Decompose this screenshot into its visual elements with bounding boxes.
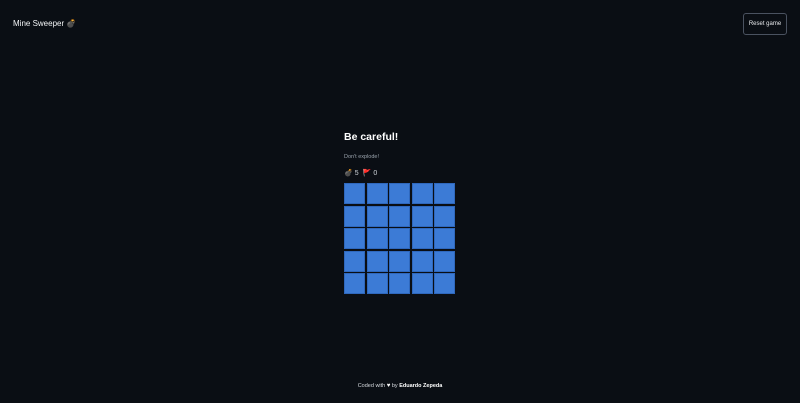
board-cell[interactable] bbox=[366, 273, 388, 294]
game-title: Be careful! bbox=[344, 131, 399, 143]
bomb-icon: 💣 bbox=[344, 170, 353, 177]
board-cell[interactable] bbox=[389, 228, 410, 249]
game-board bbox=[344, 183, 456, 294]
board-cell[interactable] bbox=[434, 250, 455, 272]
flags-count: 0 bbox=[373, 170, 378, 177]
footer-by: by bbox=[391, 383, 398, 389]
heart-icon: ♥ bbox=[386, 383, 391, 389]
board-cell[interactable] bbox=[389, 250, 410, 272]
game-stats: 💣 5 🚩 0 bbox=[344, 169, 457, 178]
board-cell[interactable] bbox=[434, 273, 455, 294]
board-cell[interactable] bbox=[411, 273, 433, 294]
board-cell[interactable] bbox=[344, 273, 365, 294]
reset-game-button[interactable]: Reset game bbox=[743, 13, 787, 35]
board-cell[interactable] bbox=[344, 228, 365, 249]
app: Mine Sweeper 💣 Reset game Be careful! Do… bbox=[0, 0, 800, 403]
mines-count: 5 bbox=[354, 170, 359, 177]
board-cell[interactable] bbox=[366, 228, 388, 249]
board-cell[interactable] bbox=[389, 273, 410, 294]
flags-stat: 🚩 0 bbox=[363, 169, 378, 178]
footer-author: Eduardo Zepeda bbox=[399, 383, 443, 389]
mines-stat: 💣 5 bbox=[344, 169, 359, 178]
board-cell[interactable] bbox=[434, 228, 455, 249]
board-cell[interactable] bbox=[411, 250, 433, 272]
board-cell[interactable] bbox=[389, 205, 410, 227]
app-brand[interactable]: Mine Sweeper 💣 bbox=[13, 18, 76, 30]
board-cell[interactable] bbox=[366, 183, 388, 204]
bomb-icon: 💣 bbox=[66, 19, 77, 28]
board-cell[interactable] bbox=[411, 205, 433, 227]
flag-icon: 🚩 bbox=[362, 170, 372, 177]
game-panel: Be careful! Don't explode! 💣 5 🚩 0 bbox=[344, 130, 457, 294]
board-cell[interactable] bbox=[434, 183, 455, 204]
footer-prefix: Coded with bbox=[357, 383, 386, 389]
board-cell[interactable] bbox=[411, 183, 433, 204]
board-cell[interactable] bbox=[366, 205, 388, 227]
game-subtitle: Don't explode! bbox=[344, 154, 379, 160]
board-cell[interactable] bbox=[344, 250, 365, 272]
app-title: Mine Sweeper bbox=[13, 19, 65, 28]
board-cell[interactable] bbox=[389, 183, 410, 204]
board-cell[interactable] bbox=[411, 228, 433, 249]
board-cell[interactable] bbox=[344, 183, 365, 204]
board-cell[interactable] bbox=[366, 250, 388, 272]
header: Mine Sweeper 💣 Reset game bbox=[0, 0, 800, 48]
board-cell[interactable] bbox=[344, 205, 365, 227]
board-cell[interactable] bbox=[434, 205, 455, 227]
footer: Coded with ♥ by Eduardo Zepeda bbox=[0, 382, 800, 390]
